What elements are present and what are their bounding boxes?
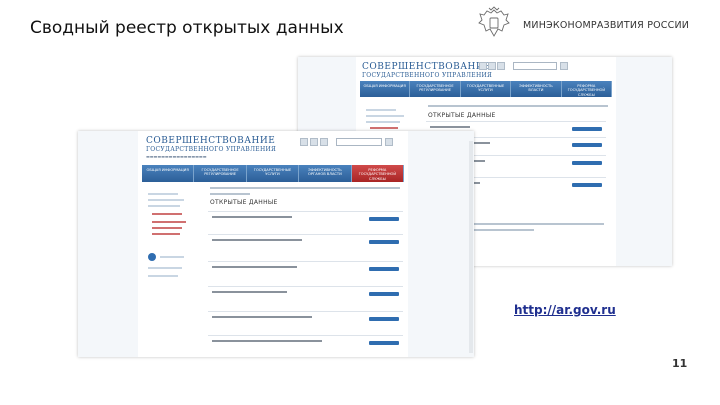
breadcrumb xyxy=(210,187,400,189)
nav-item[interactable]: ГОСУДАРСТВЕННЫЕ УСЛУГИ xyxy=(460,81,512,97)
sidebar-link[interactable] xyxy=(148,199,184,201)
sidebar-link[interactable] xyxy=(370,127,398,129)
header-button[interactable] xyxy=(310,138,318,146)
table-row xyxy=(208,335,403,351)
header-button[interactable] xyxy=(300,138,308,146)
header-button[interactable] xyxy=(497,62,505,70)
breadcrumb xyxy=(210,193,250,195)
slide-title: Сводный реестр открытых данных xyxy=(30,18,344,38)
nav-item[interactable]: ГОСУДАРСТВЕННЫЕ УСЛУГИ xyxy=(246,165,300,182)
download-button[interactable] xyxy=(369,267,399,271)
search-input[interactable] xyxy=(513,62,557,70)
download-button[interactable] xyxy=(572,143,602,147)
logo-line-2: ГОСУДАРСТВЕННОГО УПРАВЛЕНИЯ xyxy=(362,72,493,79)
main-nav: ОБЩАЯ ИНФОРМАЦИЯ ГОСУДАРСТВЕННОЕ РЕГУЛИР… xyxy=(142,165,405,182)
globe-icon xyxy=(148,253,156,261)
logo-line-1: СОВЕРШЕНСТВОВАНИЕ xyxy=(146,136,276,146)
download-button[interactable] xyxy=(369,292,399,296)
search-input[interactable] xyxy=(336,138,382,146)
search-button[interactable] xyxy=(560,62,568,70)
download-button[interactable] xyxy=(572,183,602,187)
sidebar-link[interactable] xyxy=(148,205,180,207)
sidebar-link[interactable] xyxy=(148,193,178,195)
logo-line-2: ГОСУДАРСТВЕННОГО УПРАВЛЕНИЯ xyxy=(146,146,277,153)
nav-item[interactable]: ЭФФЕКТИВНОСТЬ ВЛАСТИ xyxy=(511,81,562,97)
download-button[interactable] xyxy=(369,217,399,221)
ministry-name: МИНЭКОНОМРАЗВИТИЯ РОССИИ xyxy=(523,20,690,31)
coat-of-arms-icon xyxy=(478,6,510,37)
website-screenshot-front: СОВЕРШЕНСТВОВАНИЕ ГОСУДАРСТВЕННОГО УПРАВ… xyxy=(78,131,474,357)
download-button[interactable] xyxy=(572,127,602,131)
logo-line-1: СОВЕРШЕНСТВОВАНИЕ xyxy=(362,62,492,72)
search-button[interactable] xyxy=(385,138,393,146)
sidebar-link[interactable] xyxy=(152,227,182,229)
nav-item-active[interactable]: РЕФОРМА ГОСУДАРСТВЕННОЙ СЛУЖБЫ xyxy=(351,165,405,182)
nav-item[interactable]: РЕФОРМА ГОСУДАРСТВЕННОЙ СЛУЖБЫ xyxy=(561,81,613,97)
table-row xyxy=(208,234,403,250)
sidebar-link[interactable] xyxy=(366,121,400,123)
nav-item[interactable]: ГОСУДАРСТВЕННОЕ РЕГУЛИРОВАНИЕ xyxy=(410,81,461,97)
sidebar-link[interactable] xyxy=(152,213,182,215)
site-link[interactable]: http://ar.gov.ru xyxy=(514,303,616,317)
section-title: ОТКРЫТЫЕ ДАННЫЕ xyxy=(210,199,278,206)
sidebar-link[interactable] xyxy=(152,221,186,223)
download-button[interactable] xyxy=(572,161,602,165)
header-button[interactable] xyxy=(488,62,496,70)
sidebar-link[interactable] xyxy=(366,115,404,117)
header-button[interactable] xyxy=(479,62,487,70)
sidebar-link[interactable] xyxy=(152,233,180,235)
nav-item[interactable]: ОБЩАЯ ИНФОРМАЦИЯ xyxy=(142,165,195,182)
footer-line xyxy=(474,229,534,231)
page-number: 11 xyxy=(672,357,688,370)
table-row xyxy=(208,311,403,327)
footer-line xyxy=(474,223,604,225)
sidebar-link[interactable] xyxy=(366,109,396,111)
section-title: ОТКРЫТЫЕ ДАННЫЕ xyxy=(428,112,496,119)
sidebar-link[interactable] xyxy=(160,256,184,258)
download-button[interactable] xyxy=(369,240,399,244)
main-nav: ОБЩАЯ ИНФОРМАЦИЯ ГОСУДАРСТВЕННОЕ РЕГУЛИР… xyxy=(360,81,613,97)
sidebar-link[interactable] xyxy=(148,275,178,277)
sidebar-link[interactable] xyxy=(148,267,182,269)
header-button[interactable] xyxy=(320,138,328,146)
nav-item[interactable]: ЭФФЕКТИВНОСТЬ ОРГАНОВ ВЛАСТИ xyxy=(299,165,352,182)
table-row xyxy=(208,261,403,277)
table-row xyxy=(208,211,403,227)
download-button[interactable] xyxy=(369,317,399,321)
site-logo: СОВЕРШЕНСТВОВАНИЕ ГОСУДАРСТВЕННОГО УПРАВ… xyxy=(146,136,277,159)
nav-item[interactable]: ГОСУДАРСТВЕННОЕ РЕГУЛИРОВАНИЕ xyxy=(194,165,247,182)
breadcrumb xyxy=(428,105,608,107)
scrollbar[interactable] xyxy=(469,141,473,353)
nav-item[interactable]: ОБЩАЯ ИНФОРМАЦИЯ xyxy=(360,81,411,97)
table-row xyxy=(208,286,403,302)
download-button[interactable] xyxy=(369,341,399,345)
